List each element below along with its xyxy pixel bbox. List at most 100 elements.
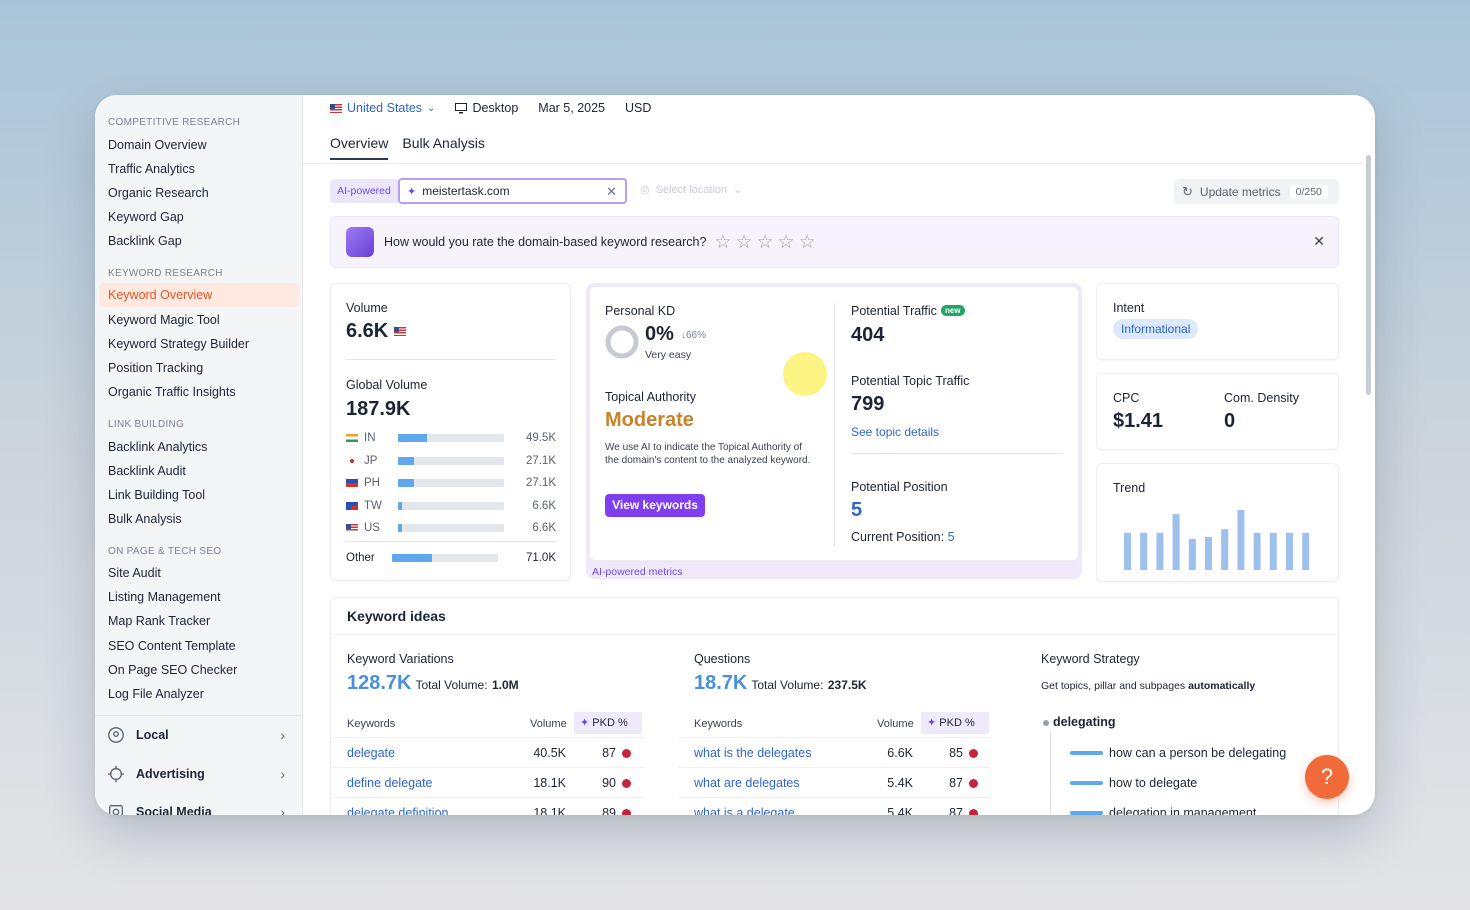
divider (346, 541, 556, 542)
update-metrics-button[interactable]: ↻ Update metrics 0/250 (1174, 179, 1339, 204)
sidebar-item-traffic-analytics[interactable]: Traffic Analytics (99, 157, 299, 181)
country-code: TW (364, 500, 382, 512)
global-volume-value: 187.9K (346, 398, 411, 420)
country-selector[interactable]: United States ⌄ (330, 101, 435, 115)
trend-bar (1205, 537, 1212, 570)
ai-metrics-footer: AI-powered metrics (592, 566, 683, 578)
sidebar-item-log-file-analyzer[interactable]: Log File Analyzer (99, 682, 299, 706)
country-row: US 6.6K (346, 520, 556, 536)
pkd-dot-icon (969, 809, 978, 815)
sidebar-item-on-page-seo-checker[interactable]: On Page SEO Checker (99, 658, 299, 682)
help-button[interactable]: ? (1305, 755, 1349, 799)
sidebar-item-site-audit[interactable]: Site Audit (99, 561, 299, 585)
cpc-label: CPC (1113, 391, 1140, 405)
star-icon[interactable]: ☆ (778, 231, 795, 254)
sparkle-icon: ✦ (927, 717, 937, 729)
sidebar-section-title: LINK BUILDING (108, 419, 185, 430)
potential-topic-traffic-label: Potential Topic Traffic (851, 374, 970, 388)
star-icon[interactable]: ☆ (799, 231, 816, 254)
sidebar-item-bulk-analysis[interactable]: Bulk Analysis (99, 507, 299, 531)
sidebar-item-map-rank-tracker[interactable]: Map Rank Tracker (99, 609, 299, 633)
desktop-icon (455, 102, 468, 113)
tree-line (1050, 731, 1051, 815)
country-value: 27.1K (525, 477, 556, 489)
keyword-volume: 18.1K (533, 776, 566, 790)
sidebar-item-organic-traffic-insights[interactable]: Organic Traffic Insights (99, 380, 299, 404)
country-bar (398, 479, 504, 487)
sidebar-item-organic-research[interactable]: Organic Research (99, 181, 299, 205)
sidebar-item-seo-content-template[interactable]: SEO Content Template (99, 634, 299, 658)
table-header-pkd[interactable]: ✦ PKD % (574, 712, 642, 734)
sidebar-item-backlink-audit[interactable]: Backlink Audit (99, 459, 299, 483)
questions-count[interactable]: 18.7K (694, 672, 747, 694)
strategy-root[interactable]: delegating (1053, 715, 1116, 729)
star-icon[interactable]: ☆ (714, 231, 731, 254)
sidebar-item-domain-overview[interactable]: Domain Overview (99, 133, 299, 157)
date-label[interactable]: Mar 5, 2025 (538, 101, 605, 115)
intent-card: Intent Informational (1096, 283, 1339, 360)
country-code: PH (364, 477, 380, 489)
see-topic-details-link[interactable]: See topic details (851, 425, 939, 439)
keyword-link[interactable]: define delegate (347, 776, 433, 790)
sidebar-group-advertising[interactable]: Advertising › (107, 761, 297, 787)
view-keywords-button[interactable]: View keywords (605, 494, 705, 517)
sidebar-item-link-building-tool[interactable]: Link Building Tool (99, 483, 299, 507)
star-icon[interactable]: ☆ (757, 231, 774, 254)
sidebar-item-keyword-magic-tool[interactable]: Keyword Magic Tool (99, 308, 299, 332)
trend-bar (1140, 532, 1148, 570)
location-placeholder: Select location (655, 183, 728, 196)
current-position-value[interactable]: 5 (948, 530, 955, 544)
currency-label[interactable]: USD (625, 101, 651, 115)
tabs-divider (303, 163, 1363, 164)
keyword-pkd: 87 (949, 806, 963, 815)
sidebar-item-backlink-analytics[interactable]: Backlink Analytics (99, 435, 299, 459)
sidebar-section-title: KEYWORD RESEARCH (108, 268, 223, 279)
strategy-item[interactable]: how to delegate (1070, 776, 1197, 790)
sidebar-group-local[interactable]: Local › (107, 722, 297, 748)
scrollbar[interactable] (1366, 155, 1371, 395)
country-value: 27.1K (525, 455, 556, 467)
trend-bar (1124, 532, 1131, 570)
trend-chart (1124, 510, 1310, 570)
star-icon[interactable]: ☆ (735, 231, 752, 254)
sidebar-item-keyword-overview[interactable]: Keyword Overview (99, 283, 299, 307)
chevron-right-icon: › (280, 727, 285, 743)
keyword-volume: 40.5K (533, 746, 566, 760)
keyword-volume: 5.4K (887, 806, 913, 815)
kd-gauge (605, 325, 639, 359)
kd-difficulty: Very easy (645, 349, 692, 361)
search-input[interactable] (422, 184, 593, 198)
keyword-link[interactable]: what is a delegate (694, 806, 795, 815)
sidebar-item-backlink-gap[interactable]: Backlink Gap (99, 229, 299, 253)
refresh-icon: ↻ (1182, 183, 1193, 199)
sidebar-item-keyword-strategy-builder[interactable]: Keyword Strategy Builder (99, 332, 299, 356)
search-box[interactable]: ✦ ✕ (398, 178, 627, 204)
potential-topic-traffic-value: 799 (851, 393, 885, 415)
keyword-pkd: 89 (602, 806, 616, 815)
volume-card: Volume 6.6K Global Volume 187.9K IN 49.5… (330, 283, 571, 581)
clear-icon[interactable]: ✕ (606, 184, 617, 200)
trend-label: Trend (1113, 481, 1146, 495)
sidebar-item-position-tracking[interactable]: Position Tracking (99, 356, 299, 380)
strategy-bar (1070, 751, 1103, 755)
keyword-link[interactable]: delegate definition (347, 806, 448, 815)
sidebar-item-listing-management[interactable]: Listing Management (99, 585, 299, 609)
sidebar-group-social-media[interactable]: Social Media › (107, 799, 297, 815)
close-icon[interactable]: ✕ (1313, 233, 1325, 250)
keyword-link[interactable]: delegate (347, 746, 395, 760)
sidebar-item-keyword-gap[interactable]: Keyword Gap (99, 205, 299, 229)
device-selector[interactable]: Desktop (455, 101, 518, 115)
tab-bulk-analysis[interactable]: Bulk Analysis (402, 135, 484, 160)
strategy-item[interactable]: how can a person be delegating (1070, 746, 1286, 760)
update-metrics-label: Update metrics (1199, 184, 1281, 199)
keyword-link[interactable]: what is the delegates (694, 746, 811, 760)
strategy-item[interactable]: delegation in management (1070, 806, 1256, 815)
trend-bar (1253, 532, 1261, 570)
trend-bar (1269, 532, 1277, 570)
country-row: IN 49.5K (346, 430, 556, 446)
location-select[interactable]: ◎ Select location ⌄ (640, 183, 742, 197)
table-header-pkd[interactable]: ✦ PKD % (921, 712, 989, 734)
tab-overview[interactable]: Overview (330, 135, 389, 160)
keyword-variations-count[interactable]: 128.7K (347, 672, 412, 694)
keyword-link[interactable]: what are delegates (694, 776, 800, 790)
